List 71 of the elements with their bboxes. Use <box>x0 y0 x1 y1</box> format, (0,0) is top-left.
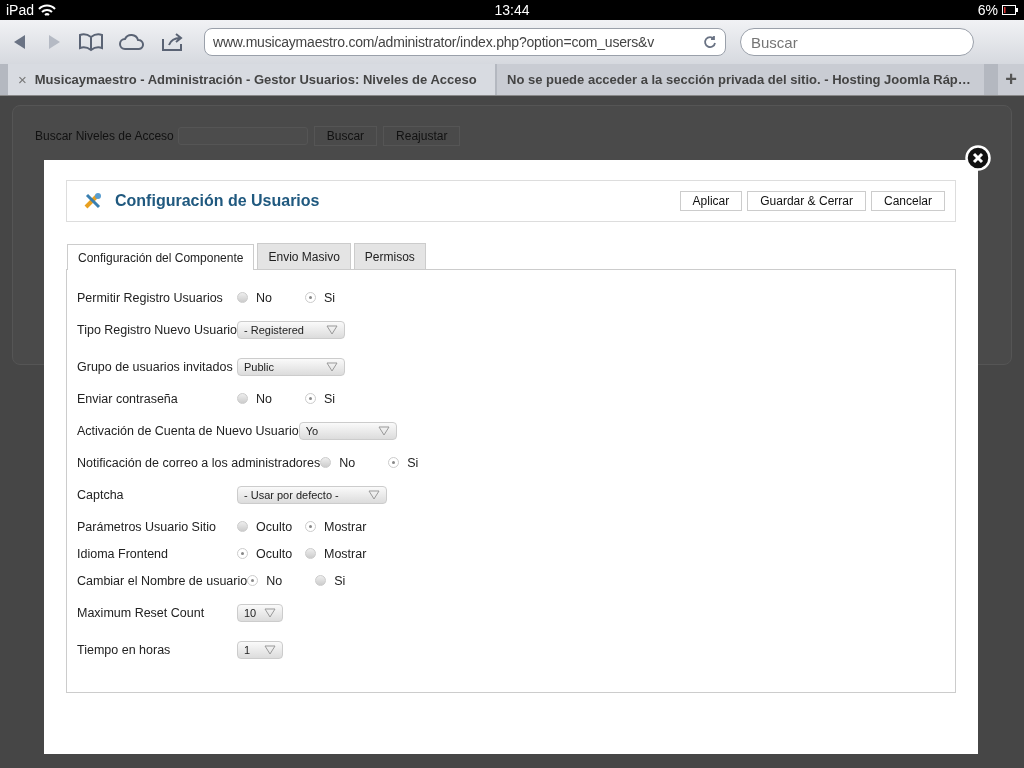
radio-label: Si <box>407 455 419 470</box>
field-label: Grupo de usuarios invitados <box>77 359 234 374</box>
radio-button[interactable] <box>305 292 316 303</box>
radio-button[interactable] <box>320 457 332 468</box>
dropdown[interactable]: Yo <box>298 421 397 440</box>
radio-label: No <box>266 573 283 588</box>
field-label: Maximum Reset Count <box>77 605 206 620</box>
radio-label: Si <box>334 573 346 588</box>
dropdown[interactable]: 1 <box>237 640 283 659</box>
radio-label: Mostrar <box>324 546 367 561</box>
radio-button[interactable] <box>237 292 248 303</box>
radio-button[interactable] <box>305 393 316 404</box>
radio-button[interactable] <box>315 575 327 586</box>
toolbar-button[interactable]: Cancelar <box>870 191 945 211</box>
radio-label: Si <box>324 391 336 406</box>
field-label: Parámetros Usuario Sitio <box>77 519 217 534</box>
device-name: iPad <box>6 2 35 18</box>
dropdown[interactable]: - Usar por defecto - <box>237 485 387 504</box>
close-icon[interactable] <box>965 145 991 171</box>
caret-icon <box>326 361 338 372</box>
toolbar-button[interactable]: Aplicar <box>679 191 743 211</box>
tools-icon <box>83 192 103 210</box>
toolbar-button[interactable]: Guardar & Cerrar <box>747 191 866 211</box>
field-label: Tipo Registro Nuevo Usuario <box>77 322 238 337</box>
radio-label: Oculto <box>256 546 293 561</box>
caret-icon <box>264 607 276 618</box>
radio-label: Mostrar <box>324 519 367 534</box>
modal-title: Configuración de Usuarios <box>115 192 320 210</box>
field-label: Captcha <box>77 487 125 502</box>
battery-icon <box>1002 5 1018 15</box>
clock: 13:44 <box>494 2 530 18</box>
radio-button[interactable] <box>305 521 316 532</box>
caret-icon <box>368 489 380 500</box>
radio-label: No <box>256 391 272 406</box>
dropdown[interactable]: - Registered <box>237 320 346 339</box>
tab[interactable]: Permisos <box>353 243 426 269</box>
tab[interactable]: Configuración del Componente <box>67 244 255 270</box>
book-icon[interactable] <box>78 32 104 52</box>
radio-button[interactable] <box>237 521 248 532</box>
dropdown[interactable]: 10 <box>237 603 283 622</box>
radio-label: No <box>256 290 272 305</box>
field-label: Cambiar el Nombre de usuario <box>77 573 248 588</box>
field-label: Tiempo en horas <box>77 642 172 657</box>
browser-tab[interactable]: × Musicaymaestro - Administración - Gestor Usuarios: Niveles de Acceso <box>8 64 495 95</box>
radio-button[interactable] <box>237 548 248 559</box>
cloud-icon[interactable] <box>118 32 146 52</box>
tab[interactable]: Envio Masivo <box>257 243 351 269</box>
field-label: Idioma Frontend <box>77 546 170 561</box>
dropdown[interactable]: Public <box>237 357 345 376</box>
radio-button[interactable] <box>247 575 259 586</box>
radio-button[interactable] <box>388 457 400 468</box>
field-label: Notificación de correo a los administradores <box>77 455 321 470</box>
search-field[interactable]: Buscar <box>740 28 974 56</box>
radio-button[interactable] <box>305 548 316 559</box>
field-label: Activación de Cuenta de Nuevo Usuario <box>77 423 299 438</box>
field-label: Permitir Registro Usuarios <box>77 290 224 305</box>
radio-label: Oculto <box>256 519 293 534</box>
new-tab-button[interactable]: + <box>998 64 1024 95</box>
reload-icon[interactable] <box>703 35 717 49</box>
battery-percent: 6% <box>977 2 998 18</box>
caret-icon <box>326 324 339 335</box>
browser-tab[interactable]: No se puede acceder a la sección privada del sitio. - Hosting Joomla Ráp… <box>497 64 984 95</box>
address-bar[interactable]: www.musicaymaestro.com/administrator/index.php?option=com_users&v <box>204 28 726 56</box>
radio-button[interactable] <box>237 393 248 404</box>
radio-label: No <box>339 455 356 470</box>
wifi-icon <box>38 3 57 17</box>
caret-icon <box>264 644 276 655</box>
radio-label: Si <box>324 290 336 305</box>
search-label: Buscar Niveles de Acceso <box>35 129 174 143</box>
field-label: Enviar contraseña <box>77 391 179 406</box>
caret-icon <box>377 425 390 436</box>
